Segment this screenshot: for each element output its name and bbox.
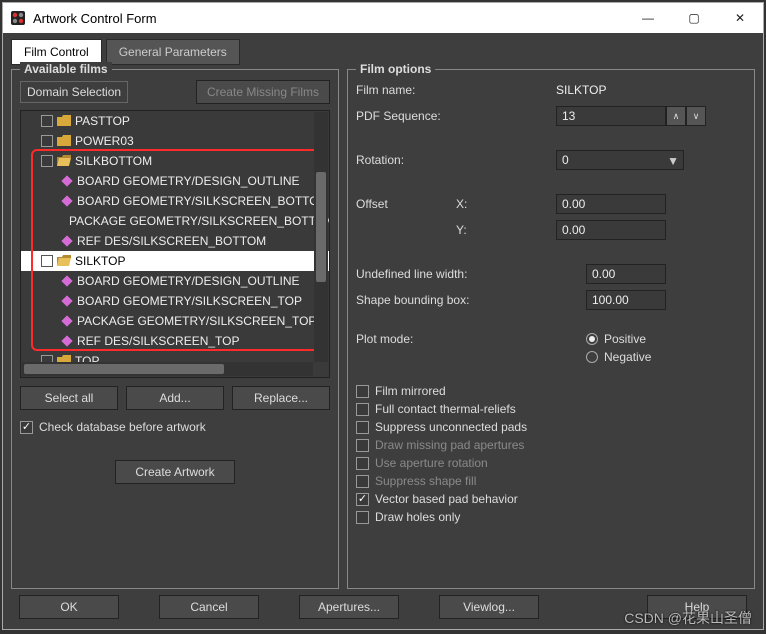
- tree-item-label: BOARD GEOMETRY/DESIGN_OUTLINE: [77, 174, 300, 188]
- layer-icon: [61, 275, 72, 286]
- tab-body: Available films Domain Selection Create …: [11, 65, 755, 589]
- tree-item-label: SILKBOTTOM: [75, 154, 152, 168]
- offset-label: Offset: [356, 197, 456, 211]
- films-tree[interactable]: PASTTOP POWER03 SILKBOTTOM BOARD GEOMETRY/D…: [20, 110, 330, 378]
- tree-item-label: REF DES/SILKSCREEN_BOTTOM: [77, 234, 266, 248]
- apertures-button[interactable]: Apertures...: [299, 595, 399, 619]
- undefined-line-width-input[interactable]: 0.00: [586, 264, 666, 284]
- use-aperture-checkbox[interactable]: [356, 457, 369, 470]
- tree-leaf[interactable]: BOARD GEOMETRY/DESIGN_OUTLINE: [21, 271, 329, 291]
- tree-item-checkbox[interactable]: [41, 135, 53, 147]
- app-icon: [9, 9, 27, 27]
- folder-open-icon: [57, 155, 71, 167]
- minimize-button[interactable]: —: [625, 3, 671, 33]
- tree-folder[interactable]: PASTTOP: [21, 111, 329, 131]
- tree-leaf[interactable]: REF DES/SILKSCREEN_TOP: [21, 331, 329, 351]
- full-contact-checkbox[interactable]: [356, 403, 369, 416]
- cancel-button[interactable]: Cancel: [159, 595, 259, 619]
- replace-button[interactable]: Replace...: [232, 386, 330, 410]
- folder-icon: [57, 115, 71, 127]
- ok-button[interactable]: OK: [19, 595, 119, 619]
- create-missing-films-button[interactable]: Create Missing Films: [196, 80, 330, 104]
- shape-bounding-box-label: Shape bounding box:: [356, 293, 586, 307]
- pdf-seq-up-button[interactable]: ∧: [666, 106, 686, 126]
- film-options-legend: Film options: [356, 62, 435, 76]
- layer-icon: [61, 295, 72, 306]
- film-name-value: SILKTOP: [556, 83, 606, 97]
- tree-item-checkbox[interactable]: [41, 155, 53, 167]
- folder-open-icon: [57, 255, 71, 267]
- draw-holes-checkbox[interactable]: [356, 511, 369, 524]
- folder-icon: [57, 135, 71, 147]
- tree-leaf[interactable]: PACKAGE GEOMETRY/SILKSCREEN_TOP: [21, 311, 329, 331]
- plot-positive-radio[interactable]: [586, 333, 598, 345]
- tree-leaf[interactable]: REF DES/SILKSCREEN_BOTTOM: [21, 231, 329, 251]
- offset-x-label: X:: [456, 197, 496, 211]
- app-window: Artwork Control Form — ▢ ✕ Film Control …: [2, 2, 764, 630]
- tree-folder[interactable]: SILKTOP: [21, 251, 329, 271]
- layer-icon: [61, 175, 72, 186]
- tree-item-label: SILKTOP: [75, 254, 125, 268]
- rotation-select[interactable]: 0 ▼: [556, 150, 684, 170]
- tab-general-parameters[interactable]: General Parameters: [106, 39, 240, 65]
- pdf-sequence-input[interactable]: 13: [556, 106, 666, 126]
- layer-icon: [61, 195, 72, 206]
- tree-item-label: BOARD GEOMETRY/DESIGN_OUTLINE: [77, 274, 300, 288]
- tree-item-label: PACKAGE GEOMETRY/SILKSCREEN_TOP: [77, 314, 316, 328]
- viewlog-button[interactable]: Viewlog...: [439, 595, 539, 619]
- tree-leaf[interactable]: BOARD GEOMETRY/SILKSCREEN_TOP: [21, 291, 329, 311]
- layer-icon: [61, 235, 72, 246]
- add-button[interactable]: Add...: [126, 386, 224, 410]
- watermark-text: CSDN @花果山圣僧: [624, 608, 752, 628]
- close-button[interactable]: ✕: [717, 3, 763, 33]
- layer-icon: [61, 335, 72, 346]
- client-area: Film Control General Parameters Availabl…: [3, 33, 763, 629]
- suppress-unconnected-checkbox[interactable]: [356, 421, 369, 434]
- tree-item-checkbox[interactable]: [41, 255, 53, 267]
- plot-mode-label: Plot mode:: [356, 332, 586, 346]
- draw-missing-checkbox[interactable]: [356, 439, 369, 452]
- film-name-label: Film name:: [356, 83, 556, 97]
- film-mirrored-checkbox[interactable]: [356, 385, 369, 398]
- undefined-line-width-label: Undefined line width:: [356, 267, 586, 281]
- available-films-legend: Available films: [20, 62, 112, 76]
- tree-item-label: POWER03: [75, 134, 134, 148]
- titlebar[interactable]: Artwork Control Form — ▢ ✕: [3, 3, 763, 33]
- tree-leaf[interactable]: BOARD GEOMETRY/SILKSCREEN_BOTTOM: [21, 191, 329, 211]
- select-all-button[interactable]: Select all: [20, 386, 118, 410]
- window-title: Artwork Control Form: [33, 11, 625, 26]
- tree-scrollbar-vertical[interactable]: [314, 112, 328, 362]
- tree-item-label: BOARD GEOMETRY/SILKSCREEN_TOP: [77, 294, 302, 308]
- chevron-down-icon: ▼: [667, 154, 679, 168]
- tree-item-label: PACKAGE GEOMETRY/SILKSCREEN_BOTTOM: [69, 214, 330, 228]
- offset-y-input[interactable]: 0.00: [556, 220, 666, 240]
- tree-item-label: REF DES/SILKSCREEN_TOP: [77, 334, 240, 348]
- layer-icon: [60, 218, 66, 224]
- tree-folder[interactable]: SILKBOTTOM: [21, 151, 329, 171]
- offset-y-label: Y:: [456, 223, 496, 237]
- plot-negative-radio[interactable]: [586, 351, 598, 363]
- rotation-label: Rotation:: [356, 153, 556, 167]
- tree-item-label: PASTTOP: [75, 114, 130, 128]
- suppress-shape-checkbox[interactable]: [356, 475, 369, 488]
- tree-scrollbar-horizontal[interactable]: [22, 362, 313, 376]
- tree-item-label: BOARD GEOMETRY/SILKSCREEN_BOTTOM: [77, 194, 329, 208]
- check-database-label: Check database before artwork: [39, 420, 206, 434]
- shape-bounding-box-input[interactable]: 100.00: [586, 290, 666, 310]
- vector-pad-checkbox[interactable]: [356, 493, 369, 506]
- film-options-group: Film options Film name: SILKTOP PDF Sequ…: [347, 69, 755, 589]
- create-artwork-button[interactable]: Create Artwork: [115, 460, 235, 484]
- check-database-checkbox[interactable]: [20, 421, 33, 434]
- pdf-seq-down-button[interactable]: ∨: [686, 106, 706, 126]
- pdf-sequence-label: PDF Sequence:: [356, 109, 556, 123]
- domain-selection-label[interactable]: Domain Selection: [20, 81, 128, 103]
- tree-leaf[interactable]: PACKAGE GEOMETRY/SILKSCREEN_BOTTOM: [21, 211, 329, 231]
- tree-leaf[interactable]: BOARD GEOMETRY/DESIGN_OUTLINE: [21, 171, 329, 191]
- offset-x-input[interactable]: 0.00: [556, 194, 666, 214]
- tree-item-checkbox[interactable]: [41, 115, 53, 127]
- available-films-group: Available films Domain Selection Create …: [11, 69, 339, 589]
- layer-icon: [61, 315, 72, 326]
- tree-folder[interactable]: POWER03: [21, 131, 329, 151]
- maximize-button[interactable]: ▢: [671, 3, 717, 33]
